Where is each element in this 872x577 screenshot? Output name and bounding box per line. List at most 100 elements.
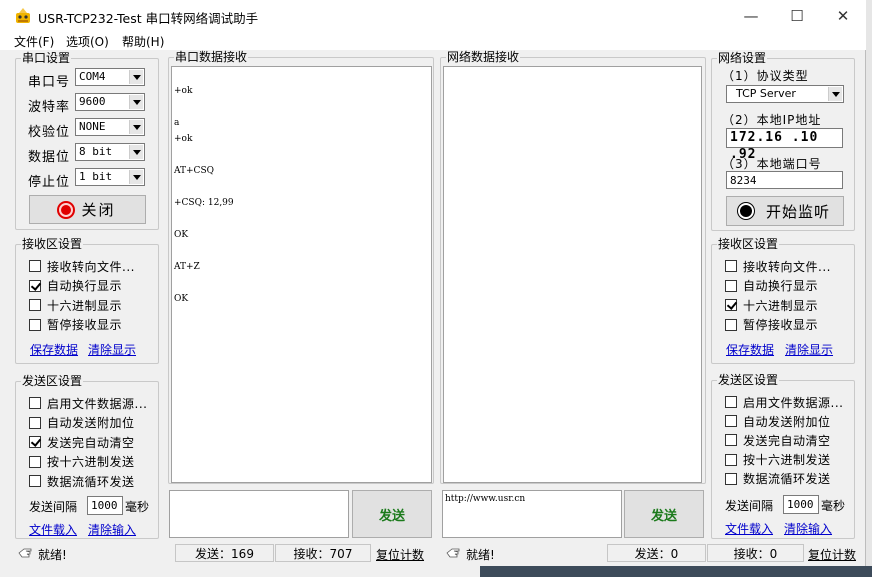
maximize-button[interactable]: ☐ <box>774 0 820 32</box>
serial-receive-line <box>174 211 234 227</box>
right-receive-option-3[interactable]: 暂停接收显示 <box>725 317 818 333</box>
port-value: COM4 <box>79 70 106 83</box>
close-icon: ✕ <box>836 7 850 25</box>
checkbox-icon[interactable] <box>725 260 737 272</box>
left-receive-option-3[interactable]: 暂停接收显示 <box>29 317 122 333</box>
left-receive-option-2[interactable]: 十六进制显示 <box>29 297 122 313</box>
right-receive-option-label: 十六进制显示 <box>743 298 819 313</box>
checkbox-icon[interactable] <box>725 318 737 331</box>
right-clear-input-link[interactable]: 清除输入 <box>784 520 832 537</box>
checkbox-icon[interactable] <box>29 299 41 311</box>
stopbits-select[interactable]: 1 bit <box>75 168 145 186</box>
left-send-option-1[interactable]: 自动发送附加位 <box>29 415 135 431</box>
left-send-option-0[interactable]: 启用文件数据源... <box>29 395 147 411</box>
checkbox-icon[interactable] <box>725 453 737 466</box>
checkbox-icon[interactable] <box>29 475 41 487</box>
network-receive-title: 网络数据接收 <box>446 50 521 64</box>
title-bar[interactable]: USR-TCP232-Test 串口转网络调试助手 — ☐ ✕ <box>0 0 866 32</box>
right-load-file-link[interactable]: 文件载入 <box>725 520 773 537</box>
checkbox-icon[interactable] <box>725 279 737 292</box>
left-load-file-link[interactable]: 文件载入 <box>29 521 77 538</box>
right-reset-count-button[interactable]: 复位计数 <box>808 546 856 563</box>
left-reset-count-button[interactable]: 复位计数 <box>376 546 424 563</box>
network-settings-title: 网络设置 <box>717 51 768 65</box>
network-send-button[interactable]: 发送 <box>624 490 704 538</box>
chevron-down-icon <box>129 170 143 184</box>
serial-receive-line: AT+Z <box>174 262 200 272</box>
serial-receive-line: +ok <box>174 86 193 96</box>
left-send-option-label: 数据流循环发送 <box>47 474 135 489</box>
databits-select[interactable]: 8 bit <box>75 143 145 161</box>
right-send-option-0[interactable]: 启用文件数据源... <box>725 394 843 410</box>
port-select[interactable]: COM4 <box>75 68 145 86</box>
checkbox-icon[interactable] <box>725 415 737 428</box>
right-send-option-4[interactable]: 数据流循环发送 <box>725 471 831 487</box>
serial-receive-line: a <box>174 118 180 128</box>
parity-select[interactable]: NONE <box>75 118 145 136</box>
chevron-down-icon <box>828 87 842 101</box>
ip-input[interactable]: 172.16 .10 .92 <box>726 128 843 162</box>
databits-value: 8 bit <box>79 145 113 158</box>
left-interval-input[interactable]: 1000 <box>87 496 123 515</box>
checkbox-icon[interactable] <box>29 416 41 429</box>
left-receive-option-1[interactable]: 自动换行显示 <box>29 278 122 294</box>
left-status-ready: 就绪! <box>38 548 67 562</box>
checkbox-icon[interactable] <box>725 472 737 485</box>
left-send-option-4[interactable]: 数据流循环发送 <box>29 473 135 489</box>
right-interval-input[interactable]: 1000 <box>783 495 819 514</box>
menu-options[interactable]: 选项(O) <box>66 33 109 50</box>
start-listen-button[interactable]: 开始监听 <box>726 196 844 226</box>
parity-label: 校验位 <box>28 125 71 140</box>
checkbox-checked-icon[interactable] <box>29 436 41 448</box>
left-save-data-link[interactable]: 保存数据 <box>30 341 78 358</box>
right-received-count: 接收：0 <box>707 544 804 562</box>
checkbox-icon[interactable] <box>725 434 737 447</box>
taskbar-edge <box>480 566 872 577</box>
serial-receive-textarea[interactable]: +ok a +ok AT+CSQ +CSQ: 12,99 OK AT+Z OK <box>171 66 432 483</box>
left-interval-unit: 毫秒 <box>125 500 150 514</box>
serial-receive-line <box>174 275 234 291</box>
window-title: USR-TCP232-Test 串口转网络调试助手 <box>38 11 259 26</box>
checkbox-icon[interactable] <box>29 318 41 331</box>
right-receive-option-0[interactable]: 接收转向文件... <box>725 258 831 274</box>
close-port-button[interactable]: 关闭 <box>29 195 146 224</box>
right-send-option-3[interactable]: 按十六进制发送 <box>725 452 831 468</box>
checkbox-checked-icon[interactable] <box>725 299 737 311</box>
left-clear-display-link[interactable]: 清除显示 <box>88 341 136 358</box>
minimize-button[interactable]: — <box>728 0 774 32</box>
checkbox-icon[interactable] <box>29 260 41 272</box>
checkbox-checked-icon[interactable] <box>29 279 41 292</box>
serial-receive-line: OK <box>174 230 189 240</box>
right-clear-display-link[interactable]: 清除显示 <box>785 341 833 358</box>
serial-receive-title: 串口数据接收 <box>174 50 249 64</box>
local-port-input[interactable]: 8234 <box>726 171 843 189</box>
serial-settings-title: 串口设置 <box>21 51 72 65</box>
menu-file[interactable]: 文件(F) <box>14 33 54 50</box>
menu-bar: 文件(F) 选项(O) 帮助(H) <box>0 32 866 50</box>
serial-send-input[interactable] <box>169 490 349 538</box>
left-send-option-label: 发送完自动清空 <box>47 435 135 450</box>
serial-receive-line <box>174 147 234 163</box>
right-save-data-link[interactable]: 保存数据 <box>726 341 774 358</box>
checkbox-icon[interactable] <box>29 397 41 409</box>
right-receive-option-1[interactable]: 自动换行显示 <box>725 278 818 294</box>
app-logo-icon <box>16 8 30 23</box>
close-window-button[interactable]: ✕ <box>820 0 866 32</box>
right-receive-option-2[interactable]: 十六进制显示 <box>725 297 818 313</box>
network-send-input[interactable]: http://www.usr.cn <box>442 490 622 538</box>
checkbox-icon[interactable] <box>29 455 41 468</box>
network-receive-textarea[interactable] <box>443 66 702 483</box>
left-send-option-2[interactable]: 发送完自动清空 <box>29 434 135 450</box>
ip-label: （2）本地IP地址 <box>722 113 822 127</box>
network-send-text: http://www.usr.cn <box>445 494 526 504</box>
right-send-option-1[interactable]: 自动发送附加位 <box>725 413 831 429</box>
checkbox-icon[interactable] <box>725 396 737 408</box>
baud-select[interactable]: 9600 <box>75 93 145 111</box>
left-send-option-3[interactable]: 按十六进制发送 <box>29 454 135 470</box>
left-clear-input-link[interactable]: 清除输入 <box>88 521 136 538</box>
menu-help[interactable]: 帮助(H) <box>122 33 164 50</box>
right-send-option-2[interactable]: 发送完自动清空 <box>725 432 831 448</box>
serial-send-button[interactable]: 发送 <box>352 490 432 538</box>
protocol-select[interactable]: TCP Server <box>726 85 844 103</box>
left-receive-option-0[interactable]: 接收转向文件... <box>29 258 135 274</box>
